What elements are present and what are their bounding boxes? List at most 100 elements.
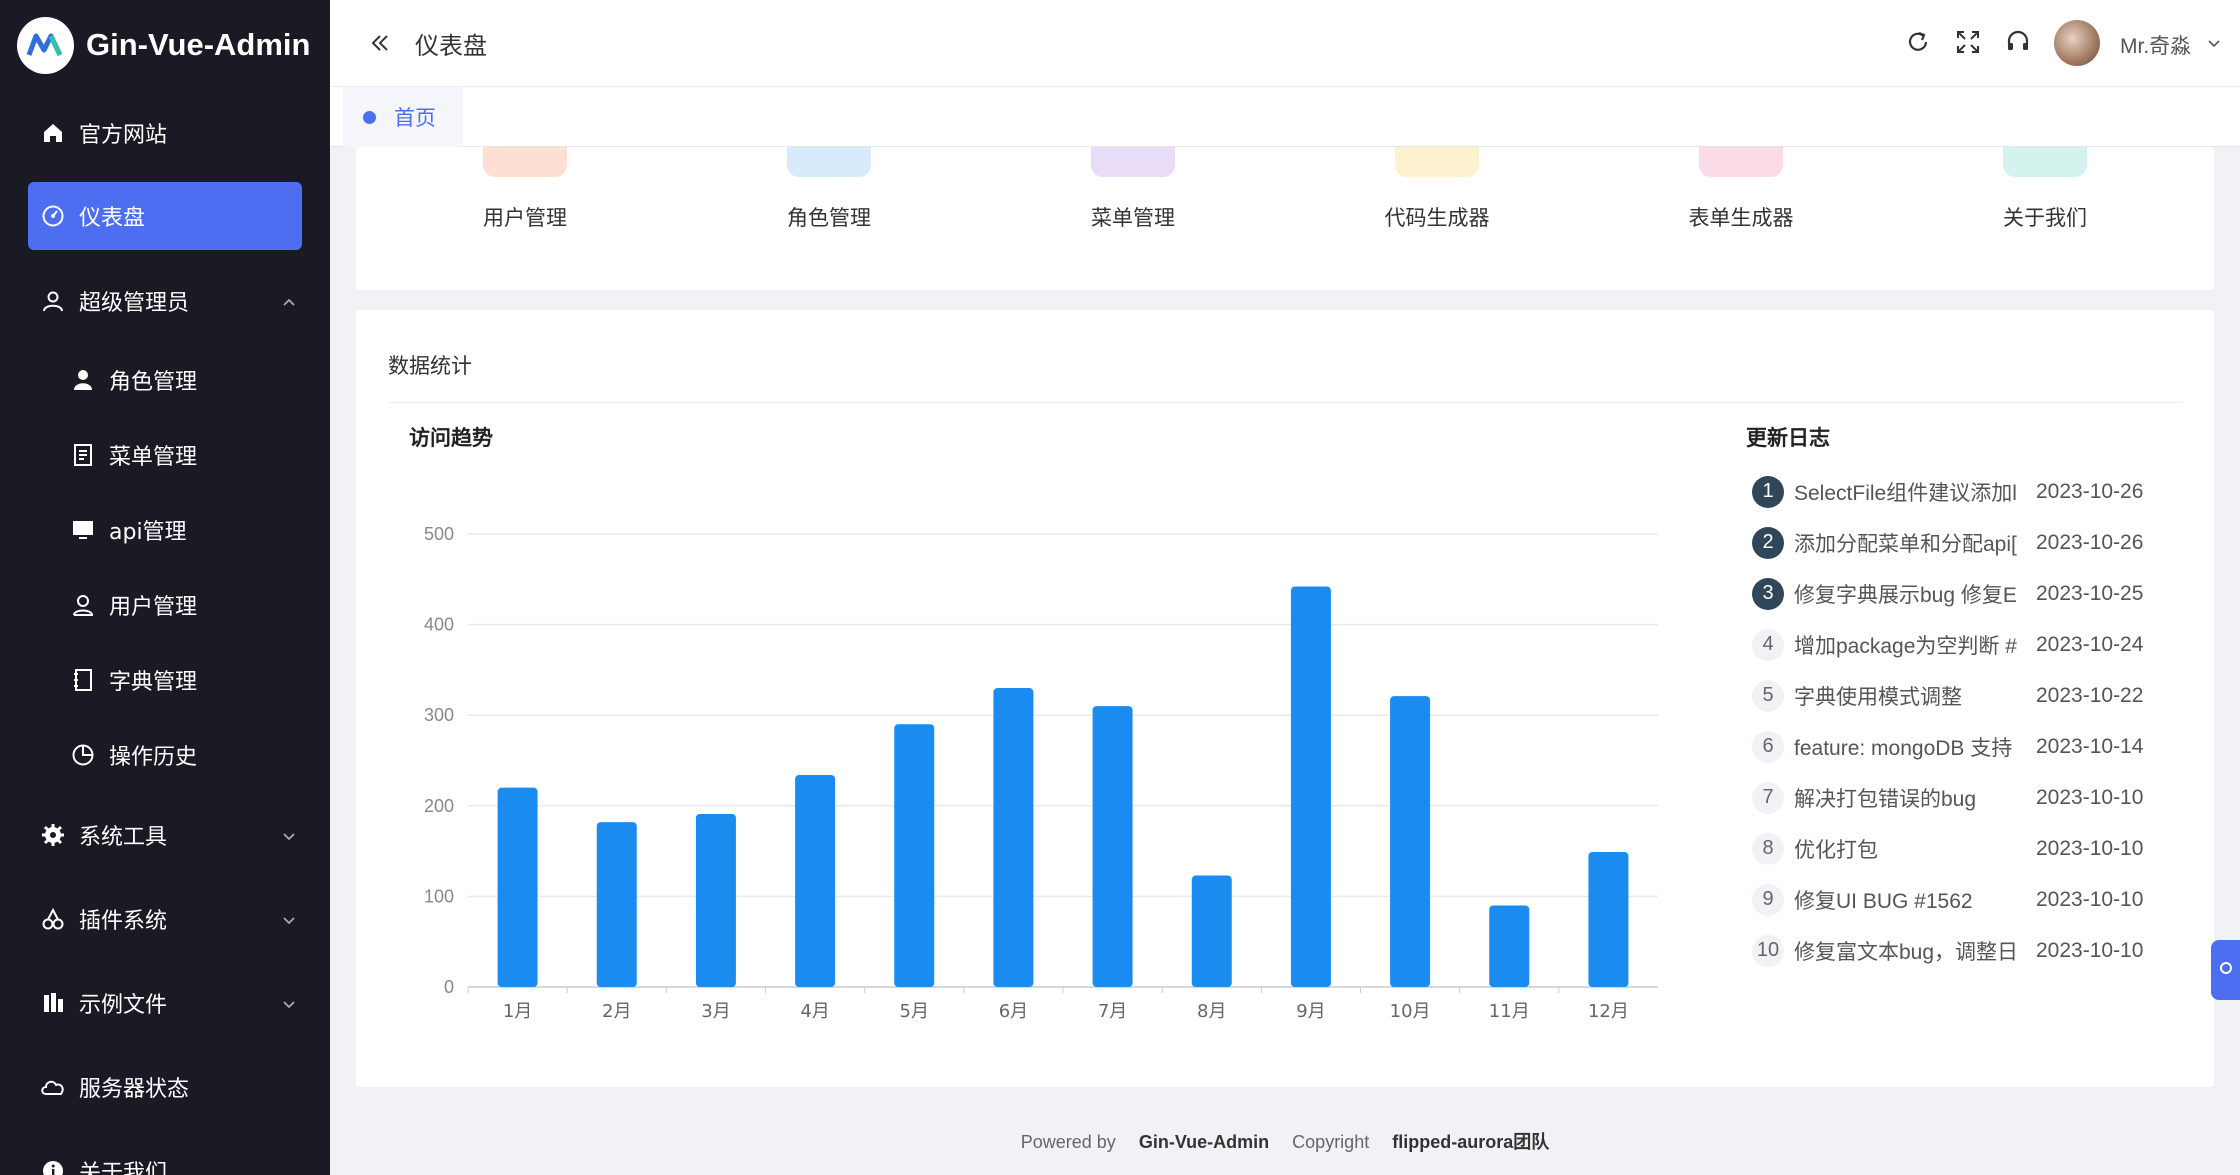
changelog-date: 2023-10-10 xyxy=(2036,887,2144,911)
sidebar-item-plugin-system[interactable]: 插件系统 xyxy=(0,887,330,951)
sidebar-item-user-management[interactable]: 用户管理 xyxy=(0,573,330,637)
chevron-down-icon[interactable] xyxy=(2206,35,2222,51)
tab-home[interactable]: 首页 xyxy=(343,87,463,147)
changelog-row[interactable]: 3 修复字典展示bug 修复E 2023-10-25 xyxy=(1752,568,2192,619)
bar[interactable] xyxy=(1092,706,1133,987)
quick-entry-menu-management[interactable]: 菜单管理 xyxy=(1053,147,1213,232)
y-tick-label: 500 xyxy=(424,524,454,544)
brand[interactable]: Gin-Vue-Admin xyxy=(0,0,330,90)
x-tick-label: 12月 xyxy=(1588,1001,1629,1022)
gear-icon xyxy=(40,822,66,848)
sidebar-item-menu-management[interactable]: 菜单管理 xyxy=(0,423,330,487)
quick-entry-label: 角色管理 xyxy=(787,206,871,230)
x-tick-label: 3月 xyxy=(701,1001,730,1022)
sidebar-item-operation-history[interactable]: 操作历史 xyxy=(0,723,330,787)
changelog-index: 8 xyxy=(1752,832,1784,865)
sidebar-item-system-tools[interactable]: 系统工具 xyxy=(0,803,330,867)
x-tick-label: 7月 xyxy=(1098,1001,1127,1022)
sidebar-item-label: api管理 xyxy=(109,520,187,545)
y-tick-label: 100 xyxy=(424,886,454,906)
changelog-text: feature: mongoDB 支持 xyxy=(1794,736,2013,760)
changelog-date: 2023-10-22 xyxy=(2036,683,2144,707)
dashboard-icon xyxy=(40,203,66,229)
collapse-sidebar-icon[interactable] xyxy=(367,30,393,56)
sidebar-item-about-us[interactable]: 关于我们 xyxy=(0,1139,330,1175)
changelog-date: 2023-10-10 xyxy=(2036,836,2144,860)
sidebar-item-super-admin[interactable]: 超级管理员 xyxy=(0,269,330,333)
sidebar-item-example-files[interactable]: 示例文件 xyxy=(0,971,330,1035)
username[interactable]: Mr.奇淼 xyxy=(2120,30,2191,60)
person-icon xyxy=(70,367,96,393)
bar[interactable] xyxy=(795,774,836,987)
refresh-icon[interactable] xyxy=(1904,28,1932,56)
brand-title: Gin-Vue-Admin xyxy=(86,27,311,62)
quick-entry-label: 代码生成器 xyxy=(1384,206,1490,230)
changelog-row[interactable]: 9 修复UI BUG #1562 2023-10-10 xyxy=(1752,874,2192,925)
bar[interactable] xyxy=(894,724,935,987)
sidebar: Gin-Vue-Admin 官方网站 仪表盘 超级管理员 角色管理 菜单管理 a… xyxy=(0,0,330,1175)
sidebar-item-label: 用户管理 xyxy=(109,595,198,620)
quick-entry-icon xyxy=(787,147,871,177)
avatar[interactable] xyxy=(2054,20,2100,66)
bar[interactable] xyxy=(497,787,538,987)
fullscreen-icon[interactable] xyxy=(1954,28,1982,56)
sidebar-item-server-status[interactable]: 服务器状态 xyxy=(0,1055,330,1119)
bar[interactable] xyxy=(1588,852,1629,987)
changelog-row[interactable]: 10 修复富文本bug，调整日 2023-10-10 xyxy=(1752,925,2192,976)
notebook-icon xyxy=(70,667,96,693)
bar[interactable] xyxy=(1390,696,1431,987)
changelog-index: 1 xyxy=(1752,475,1784,508)
changelog-text: 修复UI BUG #1562 xyxy=(1794,889,1973,913)
bar[interactable] xyxy=(695,813,736,987)
bar[interactable] xyxy=(1290,586,1331,987)
changelog-date: 2023-10-14 xyxy=(2036,734,2144,758)
sidebar-item-label: 操作历史 xyxy=(109,745,198,770)
changelog-row[interactable]: 6 feature: mongoDB 支持 2023-10-14 xyxy=(1752,721,2192,772)
x-tick-label: 5月 xyxy=(900,1001,929,1022)
changelog-row[interactable]: 1 SelectFile组件建议添加l 2023-10-26 xyxy=(1752,466,2192,517)
pie-chart-icon xyxy=(70,742,96,768)
y-tick-label: 300 xyxy=(424,705,454,725)
changelog-index: 6 xyxy=(1752,730,1784,763)
changelog-row[interactable]: 7 解决打包错误的bug 2023-10-10 xyxy=(1752,772,2192,823)
document-icon xyxy=(70,442,96,468)
changelog-index: 9 xyxy=(1752,883,1784,916)
sidebar-item-official-site[interactable]: 官方网站 xyxy=(0,101,330,165)
bar[interactable] xyxy=(993,688,1034,987)
tabs-bar: 首页 xyxy=(330,87,2240,147)
quick-entry-icon xyxy=(2003,147,2087,177)
chevron-down-icon xyxy=(280,826,298,844)
settings-drawer-button[interactable] xyxy=(2211,940,2240,1000)
headset-icon[interactable] xyxy=(2004,28,2032,56)
user-icon xyxy=(40,288,66,314)
changelog-row[interactable]: 8 优化打包 2023-10-10 xyxy=(1752,823,2192,874)
sidebar-item-dictionary-management[interactable]: 字典管理 xyxy=(0,648,330,712)
sidebar-item-label: 角色管理 xyxy=(109,370,198,395)
quick-entry-form-generator[interactable]: 表单生成器 xyxy=(1661,147,1821,232)
changelog-text: 优化打包 xyxy=(1794,838,1878,862)
quick-entry-card: 用户管理 角色管理 菜单管理 代码生成器 表单生成器 关于我们 xyxy=(356,147,2214,290)
changelog-row[interactable]: 2 添加分配菜单和分配api[2023-10-26 xyxy=(1752,517,2192,568)
quick-entry-user-management[interactable]: 用户管理 xyxy=(445,147,605,232)
footer-team-link[interactable]: flipped-aurora团队 xyxy=(1392,1132,1549,1152)
changelog-row[interactable]: 5 字典使用模式调整 2023-10-22 xyxy=(1752,670,2192,721)
sidebar-item-role-management[interactable]: 角色管理 xyxy=(0,348,330,412)
changelog-row[interactable]: 4 增加package为空判断 # 2023-10-24 xyxy=(1752,619,2192,670)
changelog-date: 2023-10-24 xyxy=(2036,632,2144,656)
changelog-text: 增加package为空判断 # xyxy=(1794,634,2017,658)
sidebar-item-api-management[interactable]: api管理 xyxy=(0,498,330,562)
y-tick-label: 200 xyxy=(424,796,454,816)
footer-product-link[interactable]: Gin-Vue-Admin xyxy=(1139,1132,1269,1152)
logo xyxy=(17,16,74,74)
sidebar-item-dashboard[interactable]: 仪表盘 xyxy=(28,182,302,250)
bar[interactable] xyxy=(596,822,637,987)
quick-entry-role-management[interactable]: 角色管理 xyxy=(749,147,909,232)
files-icon xyxy=(40,990,66,1016)
quick-entry-code-generator[interactable]: 代码生成器 xyxy=(1357,147,1517,232)
sidebar-item-label: 菜单管理 xyxy=(109,445,198,470)
bar[interactable] xyxy=(1489,905,1530,987)
bar[interactable] xyxy=(1191,875,1232,987)
changelog-date: 2023-10-25 xyxy=(2036,581,2144,605)
quick-entry-about-us[interactable]: 关于我们 xyxy=(1965,147,2125,232)
changelog-date: 2023-10-10 xyxy=(2036,938,2144,962)
